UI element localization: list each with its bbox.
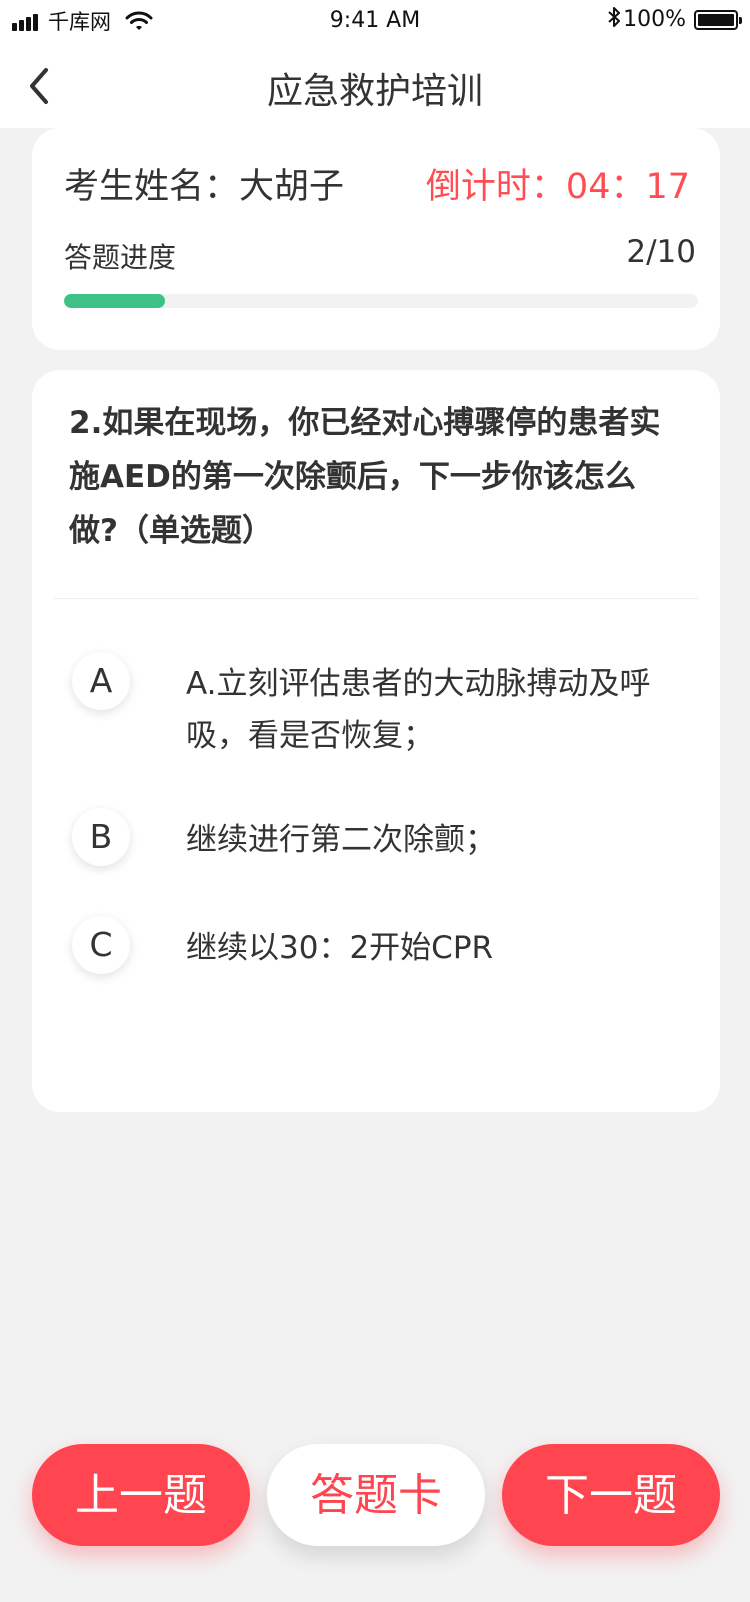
- countdown-timer: 倒计时：04：17: [425, 167, 690, 207]
- candidate-name: 考生姓名：大胡子: [64, 167, 345, 207]
- exam-info-card: 考生姓名：大胡子 倒计时：04：17 答题进度 2/10: [32, 128, 720, 350]
- status-right: 100%: [607, 6, 742, 33]
- progress-label: 答题进度: [64, 241, 177, 274]
- option-letter: B: [72, 808, 130, 866]
- question-text: 2.如果在现场，你已经对心搏骤停的患者实施AED的第一次除颤后，下一步你该怎么做…: [69, 405, 661, 549]
- chevron-left-icon: [30, 68, 48, 104]
- option-a[interactable]: A A.立刻评估患者的大动脉搏动及呼吸，看是否恢复；: [72, 652, 692, 764]
- progress-fill: [64, 294, 166, 308]
- option-text: 继续进行第二次除颤；: [186, 822, 496, 858]
- option-letter: A: [72, 652, 130, 710]
- divider: [54, 598, 698, 599]
- header: 千库网 9:41 AM 100% 应急救护培训: [0, 0, 750, 128]
- progress-bar: [64, 294, 698, 308]
- page-title: 应急救护培训: [266, 71, 483, 112]
- back-button[interactable]: [20, 62, 60, 110]
- option-b[interactable]: B 继续进行第二次除颤；: [72, 808, 692, 872]
- bluetooth-icon: [607, 6, 621, 33]
- battery-percent: 100%: [623, 7, 686, 32]
- question-card: 2.如果在现场，你已经对心搏骤停的患者实施AED的第一次除颤后，下一步你该怎么做…: [32, 370, 720, 1112]
- option-letter: C: [72, 916, 130, 974]
- status-bar: 千库网 9:41 AM 100%: [0, 0, 750, 40]
- next-question-button[interactable]: 下一题: [502, 1444, 720, 1546]
- prev-question-button[interactable]: 上一题: [32, 1444, 250, 1546]
- option-text: A.立刻评估患者的大动脉搏动及呼吸，看是否恢复；: [186, 666, 651, 754]
- option-text: 继续以30：2开始CPR: [186, 930, 494, 966]
- answer-card-button[interactable]: 答题卡: [267, 1444, 485, 1546]
- progress-count: 2/10: [626, 234, 696, 270]
- battery-icon: [694, 9, 742, 30]
- option-c[interactable]: C 继续以30：2开始CPR: [72, 916, 692, 980]
- nav-bar: 应急救护培训: [0, 44, 750, 128]
